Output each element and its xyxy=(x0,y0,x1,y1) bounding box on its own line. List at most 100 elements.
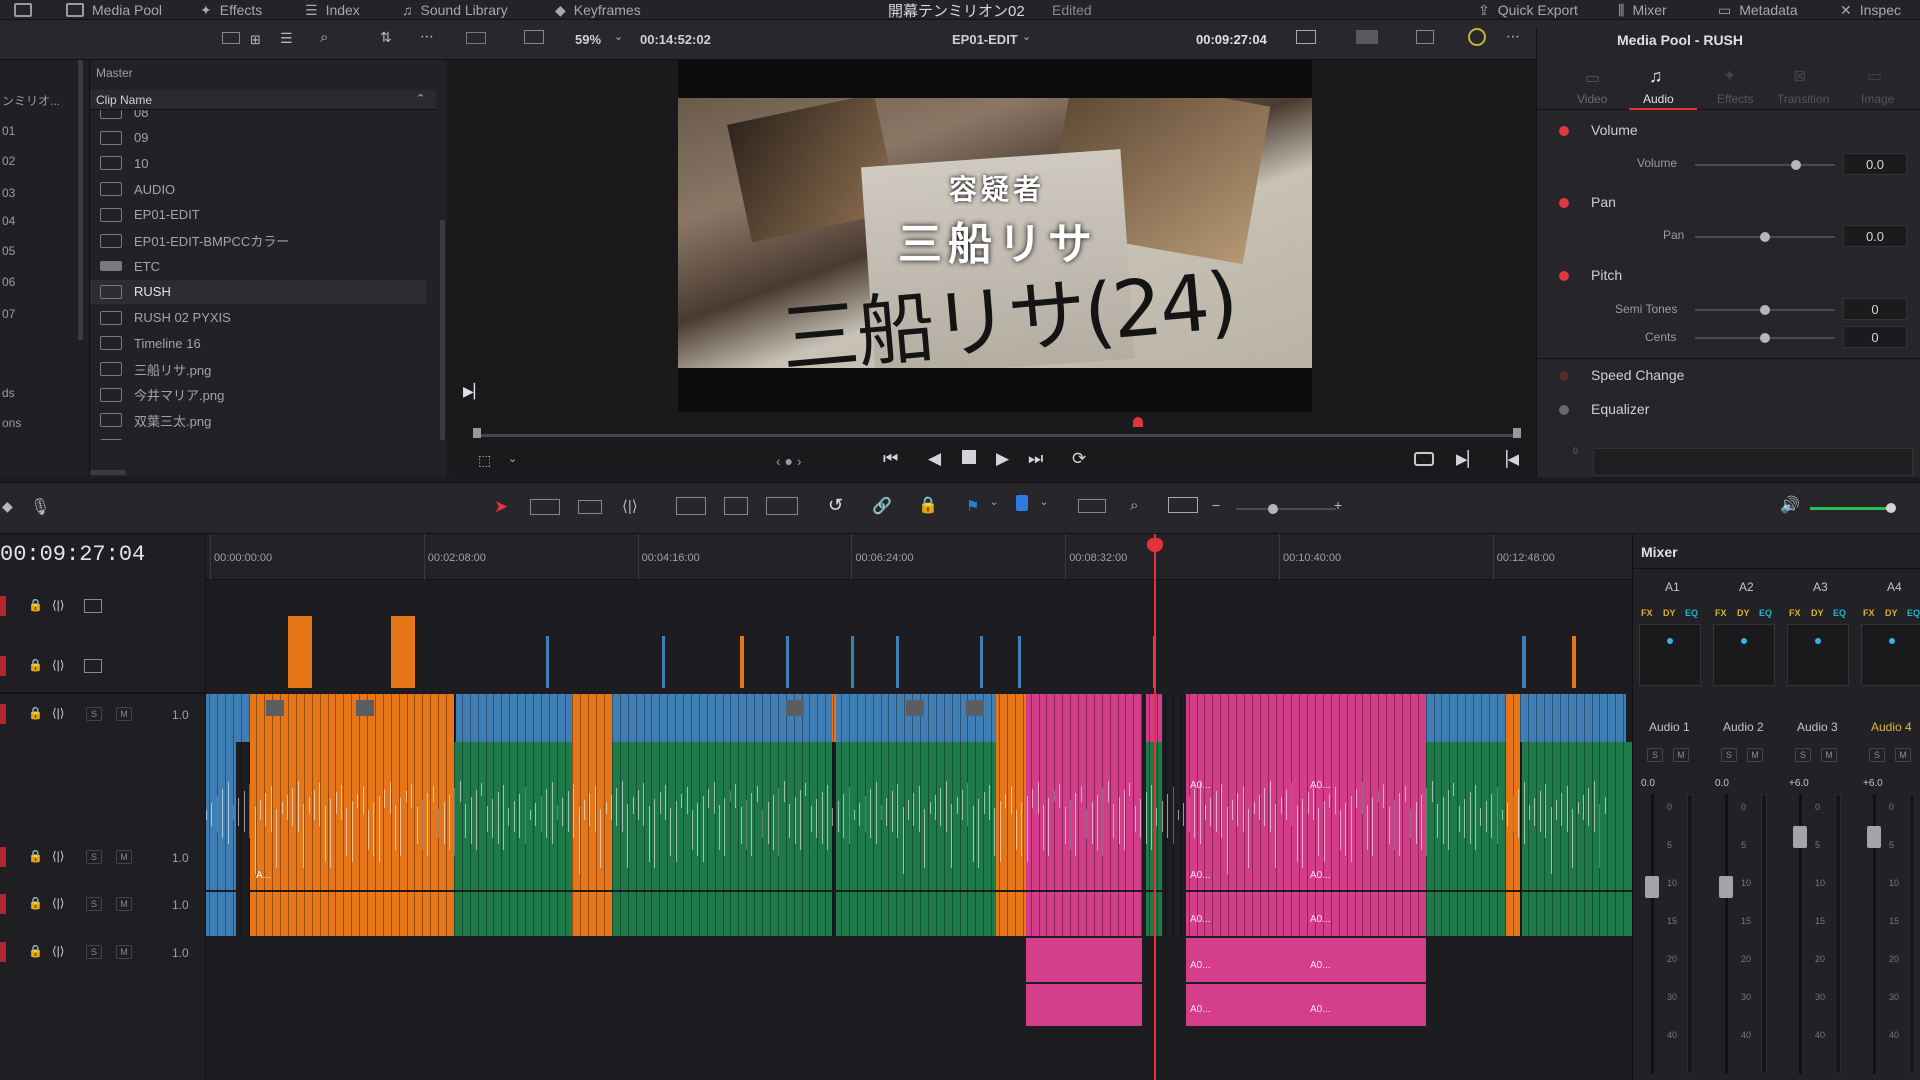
cents-value[interactable]: 0 xyxy=(1843,326,1907,348)
quick-export-button[interactable]: ⇪ Quick Export xyxy=(1478,0,1578,20)
track-enable-icon[interactable] xyxy=(84,659,102,673)
audio-record-icon[interactable]: ◆ xyxy=(2,498,13,515)
mixer-dy-button[interactable]: DY xyxy=(1885,608,1898,618)
viewer-more-icon[interactable]: ⋯ xyxy=(1506,28,1520,45)
scrubber-bar[interactable] xyxy=(473,417,1521,438)
selection-tool-icon[interactable]: ➤ xyxy=(494,497,508,517)
zoom-custom-icon[interactable] xyxy=(1168,497,1198,513)
semitones-slider[interactable] xyxy=(1695,305,1835,315)
clip-item[interactable]: ETC xyxy=(100,254,436,278)
loop-icon[interactable]: ⟳ xyxy=(1072,449,1086,469)
linked-selection-icon[interactable]: 🔗 xyxy=(872,496,892,516)
mixer-mute-button[interactable]: M xyxy=(1747,748,1763,762)
keyframes-button[interactable]: ◆ Keyframes xyxy=(555,0,641,20)
tab-transition[interactable]: Transition xyxy=(1777,92,1829,106)
clip-item[interactable]: 09 xyxy=(100,126,436,150)
mixer-dy-button[interactable]: DY xyxy=(1663,608,1676,618)
crop-icon[interactable]: ⬚ xyxy=(478,452,491,469)
pitch-enable-toggle[interactable] xyxy=(1559,271,1569,281)
tab-effects[interactable]: Effects xyxy=(1717,92,1753,106)
video-clip[interactable] xyxy=(786,636,789,688)
sort-icon[interactable]: ⇅ xyxy=(380,29,392,46)
video-clip[interactable] xyxy=(288,616,312,688)
clip-item[interactable]: RUSH 02 PYXIS xyxy=(100,306,436,330)
track-enable-icon[interactable] xyxy=(84,599,102,613)
cents-slider-knob[interactable] xyxy=(1760,333,1770,343)
search-icon[interactable]: ⌕ xyxy=(320,29,328,46)
position-lock-icon[interactable]: 🔒 xyxy=(918,495,938,515)
bin-item[interactable]: 05 xyxy=(2,244,15,258)
mixer-dy-button[interactable]: DY xyxy=(1737,608,1750,618)
clip-item[interactable]: 双葉三太.png xyxy=(100,408,436,432)
video-clip[interactable] xyxy=(456,694,576,742)
playhead-handle[interactable] xyxy=(1147,538,1163,552)
track-target[interactable] xyxy=(0,894,6,914)
track-target[interactable] xyxy=(0,656,6,676)
cents-slider[interactable] xyxy=(1695,333,1835,343)
track-lock-icon[interactable]: 🔒 xyxy=(28,896,43,910)
video-clip[interactable] xyxy=(980,636,983,688)
list-view-icon[interactable] xyxy=(222,32,240,44)
fader-knob[interactable] xyxy=(1645,876,1659,898)
timeline-dropdown-icon[interactable]: ⌄ xyxy=(1022,30,1031,43)
jog-wheel[interactable]: ‹ ● › xyxy=(776,453,802,469)
mixer-fx-button[interactable]: FX xyxy=(1863,608,1875,618)
scrubber-in-handle[interactable] xyxy=(473,428,481,438)
viewer-mode-icon[interactable] xyxy=(466,32,486,44)
audio-clip[interactable] xyxy=(206,892,236,936)
track-target[interactable] xyxy=(0,847,6,867)
clip-item[interactable]: 10 xyxy=(100,151,436,175)
auto-select-icon[interactable]: ⟨|⟩ xyxy=(52,849,64,863)
zoom-level[interactable]: 59% xyxy=(575,32,601,47)
semitones-value[interactable]: 0 xyxy=(1843,298,1907,320)
track-target[interactable] xyxy=(0,596,6,616)
mixer-eq-button[interactable]: EQ xyxy=(1833,608,1846,618)
tab-image[interactable]: Image xyxy=(1861,92,1894,106)
zoom-out-icon[interactable]: − xyxy=(1212,497,1220,513)
scrubber-playhead[interactable] xyxy=(1133,417,1143,427)
zoom-in-icon[interactable]: + xyxy=(1334,497,1342,513)
color-wheel-icon[interactable] xyxy=(1468,28,1486,46)
zoom-detail-icon[interactable]: ⌕ xyxy=(1130,497,1138,514)
video-clip[interactable] xyxy=(391,616,415,688)
clip-item[interactable]: 今井マリア.png xyxy=(100,383,436,407)
auto-select-icon[interactable]: ⟨|⟩ xyxy=(52,706,64,720)
pan-slider-knob[interactable] xyxy=(1760,232,1770,242)
mute-button[interactable]: M xyxy=(116,707,132,721)
audio-clip[interactable] xyxy=(836,892,996,936)
clip-item[interactable]: 三船リサ.png xyxy=(100,357,436,381)
equalizer-title[interactable]: Equalizer xyxy=(1591,401,1649,417)
track-target[interactable] xyxy=(0,942,6,962)
video-clip[interactable] xyxy=(1186,694,1426,742)
video-clip[interactable] xyxy=(662,636,665,688)
match-frame-icon[interactable] xyxy=(1414,452,1434,466)
bin-item[interactable]: 06 xyxy=(2,275,15,289)
solo-button[interactable]: S xyxy=(86,897,102,911)
replace-clip-icon[interactable] xyxy=(766,497,798,515)
mixer-pan-control[interactable] xyxy=(1861,624,1920,686)
fader-knob[interactable] xyxy=(1793,826,1807,848)
video-clip[interactable] xyxy=(546,636,549,688)
grid-view-icon[interactable]: ⊞ xyxy=(250,32,261,48)
mixer-mute-button[interactable]: M xyxy=(1895,748,1911,762)
more-options-icon[interactable]: ⋯ xyxy=(420,28,434,45)
video-clip[interactable] xyxy=(206,694,250,742)
mixer-mute-button[interactable]: M xyxy=(1673,748,1689,762)
bin-item[interactable]: ons xyxy=(2,416,21,430)
trim-tool-icon[interactable] xyxy=(530,499,560,515)
video-clip[interactable] xyxy=(851,636,854,688)
auto-select-icon[interactable]: ⟨|⟩ xyxy=(52,896,64,910)
semitones-slider-knob[interactable] xyxy=(1760,305,1770,315)
tab-audio[interactable]: Audio xyxy=(1643,92,1674,106)
mixer-pan-control[interactable] xyxy=(1787,624,1849,686)
prev-edit-icon[interactable]: ▕◀ xyxy=(1496,450,1519,468)
timeline-ruler[interactable]: 00:00:00:00 00:02:08:00 00:04:16:00 00:06:2… xyxy=(206,534,1632,580)
audio-clip[interactable] xyxy=(572,892,612,936)
volume-enable-toggle[interactable] xyxy=(1559,126,1569,136)
microphone-icon[interactable]: 🎙 xyxy=(30,497,50,517)
audio-clip[interactable] xyxy=(1186,892,1426,936)
mixer-dy-button[interactable]: DY xyxy=(1811,608,1824,618)
clip-list-hscrollbar[interactable] xyxy=(90,470,126,475)
mixer-fx-button[interactable]: FX xyxy=(1789,608,1801,618)
play-reverse-icon[interactable]: ◀ xyxy=(928,449,941,469)
